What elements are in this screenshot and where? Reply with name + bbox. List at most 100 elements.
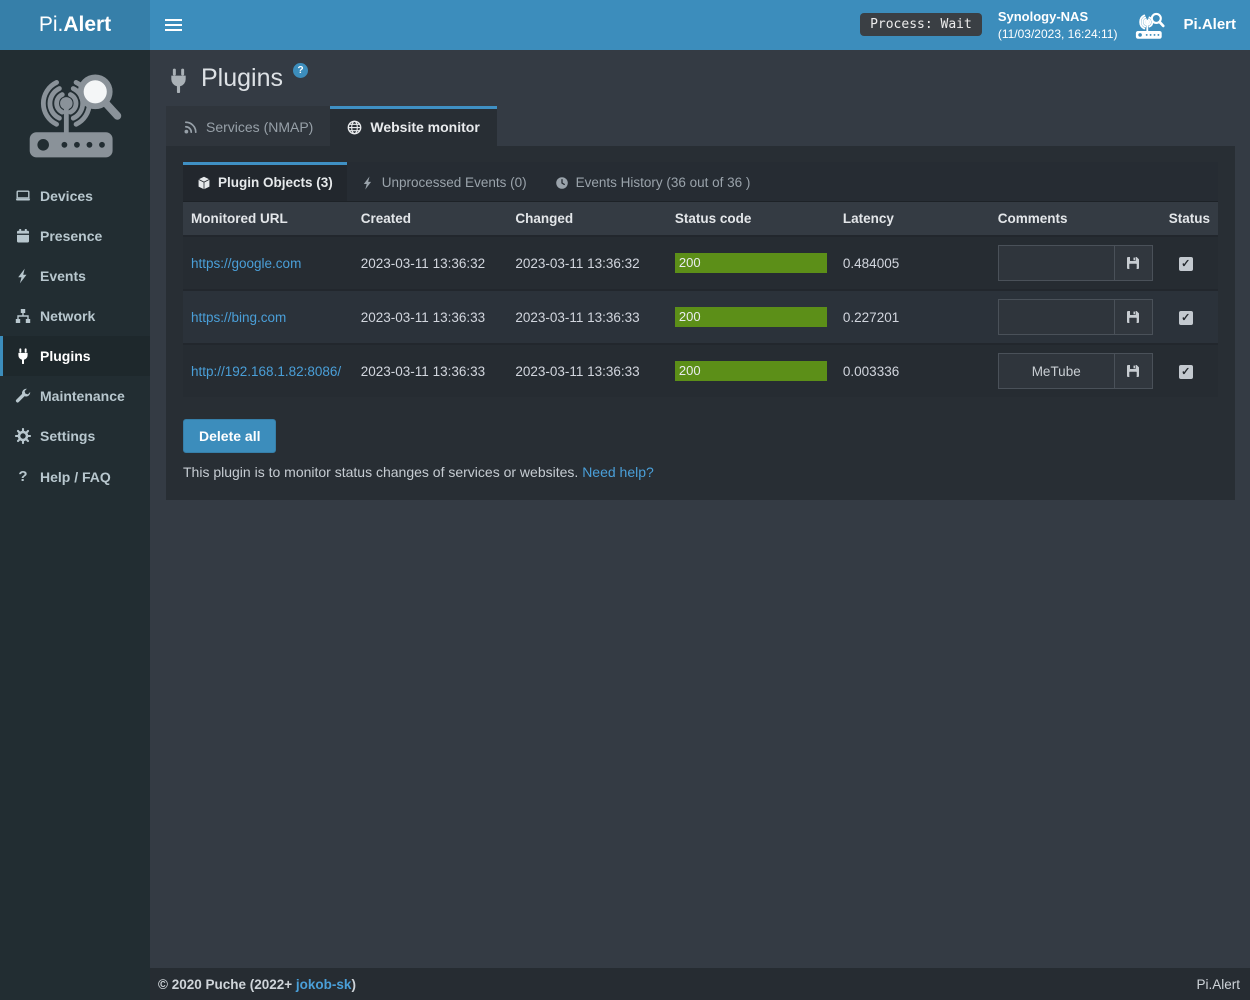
sidebar-item-settings[interactable]: Settings (0, 416, 150, 456)
save-comment-button[interactable] (1114, 354, 1152, 388)
comment-input-group (998, 299, 1153, 335)
status-checkbox[interactable]: ✓ (1179, 365, 1193, 379)
footer-app-name: Pi.Alert (1196, 977, 1240, 992)
gear-icon (15, 428, 31, 444)
sidebar-item-maintenance[interactable]: Maintenance (0, 376, 150, 416)
comment-input-group (998, 353, 1153, 389)
need-help-link[interactable]: Need help? (582, 464, 654, 480)
sidebar-item-events[interactable]: Events (0, 256, 150, 296)
comment-input[interactable] (999, 354, 1114, 388)
created-cell: 2023-03-11 13:36:32 (353, 236, 508, 290)
tab-label: Services (NMAP) (206, 119, 313, 135)
sidebar-item-devices[interactable]: Devices (0, 176, 150, 216)
comment-input[interactable] (999, 246, 1114, 280)
comment-input-group (998, 245, 1153, 281)
created-cell: 2023-03-11 13:36:33 (353, 344, 508, 397)
col-latency: Latency (835, 202, 990, 236)
table-header-row: Monitored URL Created Changed Status cod… (183, 202, 1218, 236)
brand-logo[interactable]: Pi.Alert (0, 0, 150, 50)
monitored-url-link[interactable]: https://google.com (191, 256, 301, 271)
status-checkbox[interactable]: ✓ (1179, 311, 1193, 325)
sidebar-item-label: Plugins (40, 348, 91, 364)
sidebar-item-presence[interactable]: Presence (0, 216, 150, 256)
plug-icon (166, 68, 191, 93)
latency-cell: 0.227201 (835, 290, 990, 344)
save-icon (1125, 309, 1141, 325)
sidebar-item-network[interactable]: Network (0, 296, 150, 336)
footer-copyright: © 2020 Puche (2022+ jokob-sk) (158, 977, 356, 992)
col-created: Created (353, 202, 508, 236)
jokob-sk-link[interactable]: jokob-sk (296, 977, 352, 992)
save-comment-button[interactable] (1114, 300, 1152, 334)
status-checkbox[interactable]: ✓ (1179, 257, 1193, 271)
tab-events-history[interactable]: Events History (36 out of 36 ) (541, 162, 765, 201)
tab-services-nmap[interactable]: Services (NMAP) (166, 106, 330, 146)
sitemap-icon (15, 308, 31, 324)
copyright-text: © 2020 Puche (2022+ (158, 977, 296, 992)
host-name: Synology-NAS (998, 8, 1118, 26)
status-code-bar: 200 (675, 307, 827, 327)
navbar: Process: Wait Synology-NAS (11/03/2023, … (150, 0, 1250, 50)
host-timestamp: (11/03/2023, 16:24:11) (998, 26, 1118, 43)
pialert-router-icon (1133, 10, 1167, 40)
tab-label: Unprocessed Events (0) (382, 175, 527, 190)
sidebar-menu: Devices Presence Events Network Plugins … (0, 176, 150, 497)
sidebar-item-plugins[interactable]: Plugins (0, 336, 150, 376)
sidebar-item-help-faq[interactable]: ? Help / FAQ (0, 456, 150, 497)
table-row: https://google.com 2023-03-11 13:36:32 2… (183, 236, 1218, 290)
pialert-logo (0, 50, 150, 166)
plugin-description: This plugin is to monitor status changes… (183, 464, 1218, 480)
sidebar-item-label: Help / FAQ (40, 469, 111, 485)
brand-prefix: Pi. (39, 13, 64, 37)
delete-all-button[interactable]: Delete all (183, 419, 276, 453)
comment-input[interactable] (999, 300, 1114, 334)
tab-unprocessed-events[interactable]: Unprocessed Events (0) (347, 162, 541, 201)
main-content: Plugins ? Services (NMAP) Website monito… (150, 50, 1250, 968)
latency-cell: 0.003336 (835, 344, 990, 397)
col-status-code: Status code (667, 202, 835, 236)
sidebar-item-label: Settings (40, 428, 95, 444)
question-icon: ? (15, 468, 31, 485)
plugin-inner-tabs: Plugin Objects (3) Unprocessed Events (0… (183, 162, 1218, 202)
changed-cell: 2023-03-11 13:36:33 (507, 344, 667, 397)
status-code-bar: 200 (675, 253, 827, 273)
save-icon (1125, 255, 1141, 271)
calendar-icon (15, 228, 31, 244)
hamburger-icon (165, 19, 182, 21)
sidebar-item-label: Devices (40, 188, 93, 204)
tab-label: Events History (36 out of 36 ) (576, 175, 751, 190)
brand-bold: Alert (63, 13, 111, 37)
col-status: Status (1161, 202, 1218, 236)
col-monitored-url: Monitored URL (183, 202, 353, 236)
tab-label: Plugin Objects (3) (218, 175, 333, 190)
bolt-icon (361, 176, 375, 190)
tab-website-monitor[interactable]: Website monitor (330, 106, 496, 146)
app-name: Pi.Alert (1183, 16, 1236, 33)
sidebar-item-label: Presence (40, 228, 102, 244)
website-monitor-panel: Plugin Objects (3) Unprocessed Events (0… (166, 146, 1235, 500)
laptop-icon (15, 188, 31, 204)
signal-icon (183, 120, 198, 135)
sidebar: Devices Presence Events Network Plugins … (0, 50, 150, 1000)
tab-label: Website monitor (370, 119, 479, 135)
top-header: Pi.Alert Process: Wait Synology-NAS (11/… (0, 0, 1250, 50)
footer: © 2020 Puche (2022+ jokob-sk) Pi.Alert (150, 968, 1250, 1000)
cube-icon (197, 176, 211, 190)
col-changed: Changed (507, 202, 667, 236)
navbar-right: Process: Wait Synology-NAS (11/03/2023, … (860, 8, 1250, 43)
save-comment-button[interactable] (1114, 246, 1152, 280)
help-badge[interactable]: ? (293, 63, 308, 78)
monitored-url-link[interactable]: http://192.168.1.82:8086/ (191, 364, 341, 379)
host-info: Synology-NAS (11/03/2023, 16:24:11) (998, 8, 1118, 43)
col-comments: Comments (990, 202, 1161, 236)
page-title: Plugins ? (166, 64, 1235, 93)
plugin-description-text: This plugin is to monitor status changes… (183, 464, 582, 480)
table-row: https://bing.com 2023-03-11 13:36:33 202… (183, 290, 1218, 344)
monitored-url-link[interactable]: https://bing.com (191, 310, 286, 325)
sidebar-item-label: Maintenance (40, 388, 125, 404)
bolt-icon (15, 268, 31, 284)
clock-icon (555, 176, 569, 190)
copyright-close: ) (351, 977, 356, 992)
sidebar-toggle-button[interactable] (150, 0, 196, 50)
tab-plugin-objects[interactable]: Plugin Objects (3) (183, 162, 347, 201)
